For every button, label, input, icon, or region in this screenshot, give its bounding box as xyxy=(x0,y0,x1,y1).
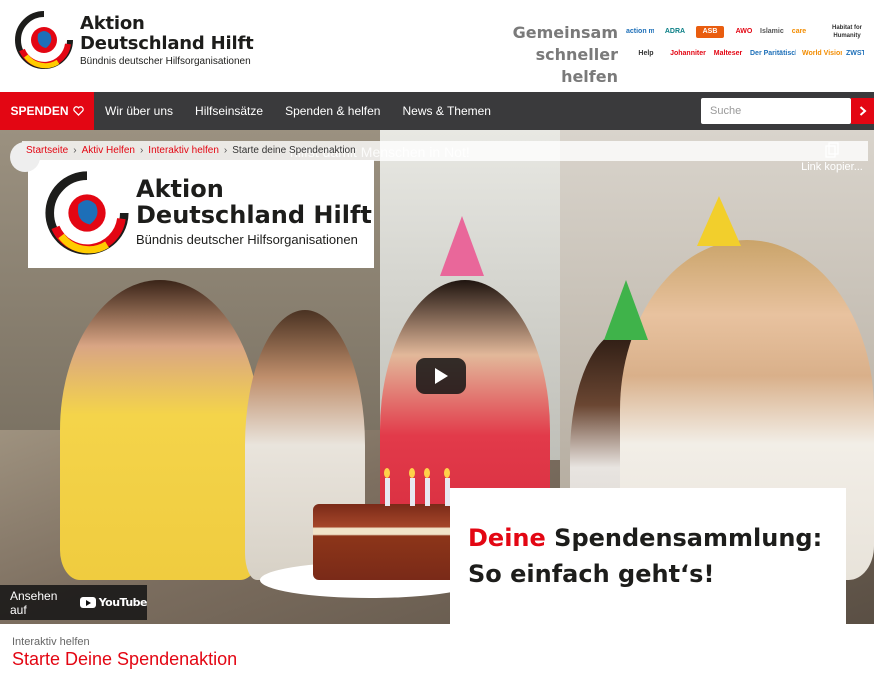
candle-flame xyxy=(384,468,390,478)
logo-line1: Aktion xyxy=(80,12,145,34)
candle xyxy=(410,478,415,506)
video-logo-line1: Aktion xyxy=(136,175,224,203)
youtube-logo: YouTube xyxy=(79,596,148,609)
video-logo-text: Aktion Deutschland Hilft Bündnis deutsch… xyxy=(136,176,372,247)
partner-logo[interactable]: care xyxy=(786,26,812,38)
video-logo-line2: Deutschland Hilft xyxy=(136,201,372,229)
birthday-cake xyxy=(313,504,463,580)
partner-logo[interactable]: Islamic Relief xyxy=(760,26,784,38)
party-hat xyxy=(440,216,484,276)
video-tagline-line2: So einfach geht‘s! xyxy=(468,560,715,588)
partner-logo[interactable]: Der Paritätische xyxy=(750,48,796,60)
breadcrumb-link[interactable]: Aktiv Helfen xyxy=(82,145,135,156)
logo-line2: Deutschland Hilft xyxy=(80,32,254,54)
nav-item-news-themen[interactable]: News & Themen xyxy=(391,92,501,130)
candle xyxy=(385,478,390,506)
partner-logo[interactable]: ADRA xyxy=(660,26,690,38)
search-box xyxy=(701,98,851,124)
page-title: Starte Deine Spendenaktion xyxy=(12,649,238,669)
video-logo-subtitle: Bündnis deutscher Hilfsorganisationen xyxy=(136,232,358,247)
header-tagline: Gemeinsam schneller helfen xyxy=(488,22,618,88)
partner-logo[interactable]: ZWST xyxy=(846,48,864,60)
logo-mark-icon xyxy=(45,171,129,255)
play-icon xyxy=(435,368,448,384)
breadcrumb-separator: › xyxy=(73,144,77,156)
video-tagline-highlight: Deine xyxy=(468,524,546,552)
main-navigation: SPENDEN Wir über uns Hilfseinsätze Spend… xyxy=(0,92,874,130)
play-button[interactable] xyxy=(416,358,466,394)
partner-logo[interactable]: Johanniter xyxy=(668,48,708,60)
logo-text: Aktion Deutschland Hilft Bündnis deutsch… xyxy=(80,12,254,67)
candle xyxy=(425,478,430,506)
partner-logo[interactable]: Malteser xyxy=(710,48,746,60)
nav-item-hilfseinsaetze[interactable]: Hilfseinsätze xyxy=(184,92,274,130)
partner-logo[interactable]: action medeor xyxy=(626,26,654,38)
search-submit-button[interactable] xyxy=(851,98,874,124)
partner-logos: action medeor ADRA ASB AWO Islamic Relie… xyxy=(626,24,866,64)
partner-logo[interactable]: Habitat for Humanity xyxy=(830,24,864,40)
partner-logo[interactable]: World Vision xyxy=(802,48,842,60)
breadcrumb-link[interactable]: Interaktiv helfen xyxy=(148,145,219,156)
partner-logo[interactable]: Help xyxy=(626,48,666,60)
logo-subtitle: Bündnis deutscher Hilfsorganisationen xyxy=(80,55,251,67)
nav-items: Wir über uns Hilfseinsätze Spenden & hel… xyxy=(94,92,502,130)
partner-logo[interactable]: AWO xyxy=(730,24,758,40)
page-kicker: Interaktiv helfen xyxy=(12,636,90,648)
breadcrumb-separator: › xyxy=(139,144,144,156)
site-header: Aktion Deutschland Hilft Bündnis deutsch… xyxy=(0,0,874,92)
heart-icon xyxy=(72,106,84,116)
candle-flame xyxy=(409,468,415,478)
breadcrumb-link[interactable]: Startseite xyxy=(26,145,68,156)
candle-flame xyxy=(444,468,450,478)
party-hat xyxy=(604,280,648,340)
search-input[interactable] xyxy=(701,98,851,124)
logo-mark-icon xyxy=(15,11,73,69)
copy-link-button[interactable]: Link kopier... xyxy=(800,142,864,173)
site-logo[interactable]: Aktion Deutschland Hilft Bündnis deutsch… xyxy=(14,10,254,70)
tagline-line2: schneller helfen xyxy=(535,45,618,86)
nav-item-spenden-helfen[interactable]: Spenden & helfen xyxy=(274,92,391,130)
youtube-play-icon xyxy=(79,597,96,608)
chevron-right-icon xyxy=(859,106,867,116)
video-tagline-rest: Spendensammlung: xyxy=(545,524,823,552)
breadcrumb: Startseite › Aktiv Helfen › Interaktiv h… xyxy=(14,142,356,158)
video-player[interactable]: hilfst damit Menschen in Not! Startseite… xyxy=(0,130,874,624)
partner-logo[interactable]: ASB xyxy=(696,26,724,38)
video-person xyxy=(60,280,260,580)
candle-flame xyxy=(424,468,430,478)
spenden-button[interactable]: SPENDEN xyxy=(0,92,94,130)
tagline-line1: Gemeinsam xyxy=(512,23,618,42)
spenden-label: SPENDEN xyxy=(10,104,69,118)
breadcrumb-separator: › xyxy=(223,144,228,156)
copy-link-label: Link kopier... xyxy=(801,161,863,173)
youtube-label: YouTube xyxy=(98,596,148,609)
watch-on-youtube-button[interactable]: Ansehen auf YouTube xyxy=(0,585,148,620)
video-logo-box: Aktion Deutschland Hilft Bündnis deutsch… xyxy=(28,160,374,268)
copy-icon xyxy=(825,142,839,158)
party-hat xyxy=(697,196,741,246)
breadcrumb-current: Starte deine Spendenaktion xyxy=(232,144,356,156)
video-tagline-box: Deine Spendensammlung: So einfach geht‘s… xyxy=(450,488,846,624)
nav-item-ueber-uns[interactable]: Wir über uns xyxy=(94,92,184,130)
video-tagline-line1: Deine Spendensammlung: xyxy=(468,524,822,552)
watch-on-label: Ansehen auf xyxy=(10,588,58,617)
